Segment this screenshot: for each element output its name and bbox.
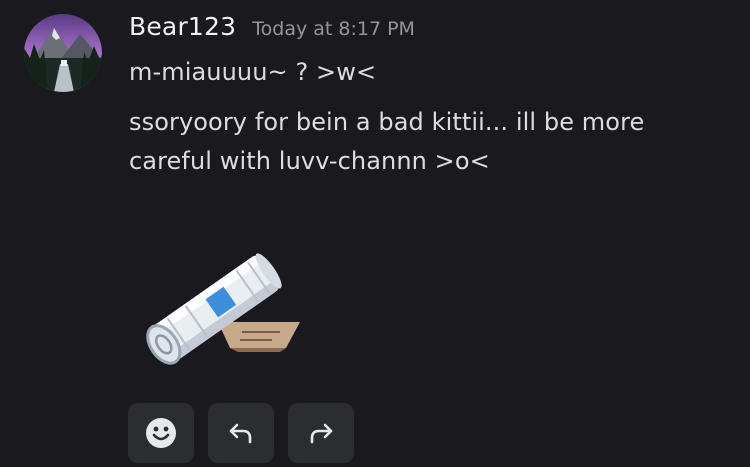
message-actions xyxy=(128,403,354,463)
newspaper-icon xyxy=(146,253,300,365)
smiley-icon xyxy=(146,418,176,448)
username[interactable]: Bear123 xyxy=(129,12,236,41)
avatar-image xyxy=(24,14,102,92)
timestamp[interactable]: Today at 8:17 PM xyxy=(252,18,415,40)
forward-icon xyxy=(310,423,333,444)
add-reaction-button[interactable] xyxy=(128,403,194,463)
reply-icon xyxy=(229,423,252,444)
message-container: Bear123 Today at 8:17 PM m-miauuuu~ ? >w… xyxy=(0,0,750,467)
message-header: Bear123 Today at 8:17 PM xyxy=(129,12,415,41)
forward-button[interactable] xyxy=(288,403,354,463)
message-text-line: careful with luvv-channn >o< xyxy=(129,147,490,175)
message-text-line: ssoryoory for bein a bad kittii... ill b… xyxy=(129,108,645,136)
message-text-line: m-miauuuu~ ? >w< xyxy=(129,58,377,86)
rolled-newspaper-sticker[interactable] xyxy=(130,248,310,368)
reply-button[interactable] xyxy=(208,403,274,463)
avatar[interactable] xyxy=(24,14,102,92)
